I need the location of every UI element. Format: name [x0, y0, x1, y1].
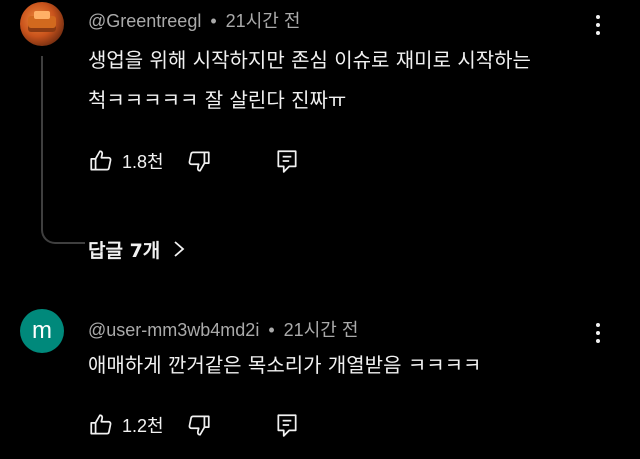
more-vert-icon[interactable] — [586, 318, 610, 348]
comment-meta: @Greentreegl • 21시간 전 — [88, 7, 300, 33]
replies-label: 답글 7개 — [88, 239, 161, 262]
timestamp: 21시간 전 — [225, 11, 301, 31]
avatar[interactable] — [20, 2, 64, 46]
thumbs-up-icon[interactable] — [88, 148, 114, 174]
like-count: 1.8천 — [122, 152, 164, 172]
meta-separator: • — [268, 320, 275, 340]
thumbs-down-icon[interactable] — [186, 412, 212, 438]
more-vert-icon[interactable] — [586, 10, 610, 40]
thumbs-up-icon[interactable] — [88, 412, 114, 438]
meta-separator: • — [210, 11, 217, 31]
avatar[interactable]: m — [20, 309, 64, 353]
thumbs-down-icon[interactable] — [186, 148, 212, 174]
comment-text: 애매하게 깐거같은 목소리가 개열받음 ㅋㅋㅋㅋ — [88, 345, 481, 385]
comment-meta: @user-mm3wb4md2i • 21시간 전 — [88, 316, 358, 342]
timestamp: 21시간 전 — [283, 320, 359, 340]
comment-reply-icon[interactable] — [274, 148, 300, 174]
comment-text-line: 척ㅋㅋㅋㅋㅋ 잘 살린다 진짜ㅠ — [88, 88, 347, 112]
author-name[interactable]: @Greentreegl — [88, 11, 201, 31]
thread-connector — [41, 56, 85, 244]
comment-actions: 1.8천 — [88, 146, 300, 176]
like-count: 1.2천 — [122, 416, 164, 436]
comment-text-line: 생업을 위해 시작하지만 존심 이슈로 재미로 시작하는 — [88, 48, 531, 72]
comment-actions: 1.2천 — [88, 410, 300, 440]
comment-text-line: 애매하게 깐거같은 목소리가 개열받음 ㅋㅋㅋㅋ — [88, 353, 482, 377]
comment-text: 생업을 위해 시작하지만 존심 이슈로 재미로 시작하는 척ㅋㅋㅋㅋㅋ 잘 살린… — [88, 40, 531, 120]
comment-1: @Greentreegl • 21시간 전 생업을 위해 시작하지만 존심 이슈… — [0, 0, 640, 270]
comment-reply-icon[interactable] — [274, 412, 300, 438]
author-name[interactable]: @user-mm3wb4md2i — [88, 320, 259, 340]
chevron-right-icon — [172, 240, 186, 258]
replies-toggle[interactable]: 답글 7개 — [88, 234, 186, 264]
avatar-letter: m — [32, 317, 52, 344]
